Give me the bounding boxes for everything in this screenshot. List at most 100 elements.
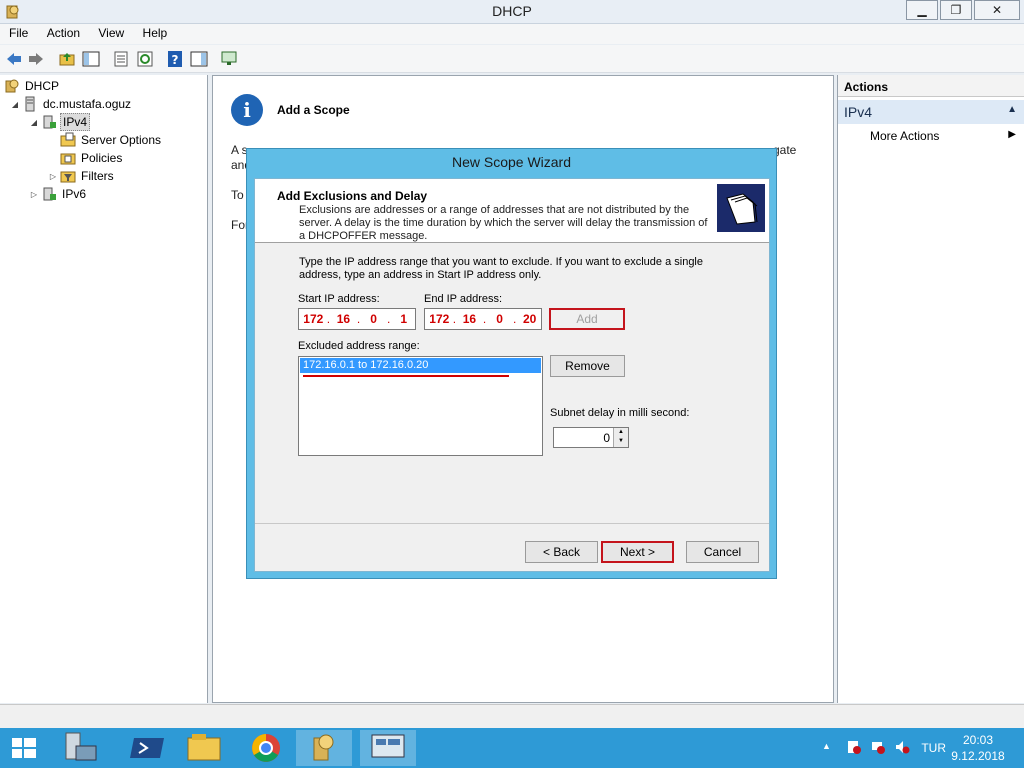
svg-text:?: ? [172,53,179,67]
monitor-icon[interactable] [220,50,238,68]
collapse-caret-icon[interactable]: ▲ [1007,104,1017,115]
title-bar: DHCP ▁ ❐ ✕ [0,0,1024,24]
tree-label-server: dc.mustafa.oguz [43,97,132,111]
ip-octet: 172 [429,312,450,326]
server-options-icon [60,132,76,147]
start-windows-icon[interactable] [0,730,48,766]
show-hidden-icons-arrow[interactable]: ▲ [822,741,831,751]
end-ip-label: End IP address: [424,293,503,305]
ip-octet: 1 [400,312,408,326]
spin-arrows-icon[interactable]: ▲ ▼ [613,428,628,447]
list-item[interactable]: 172.16.0.1 to 172.16.0.20 [300,358,541,373]
next-button[interactable]: Next > [601,541,674,563]
server-manager-icon[interactable] [54,730,110,766]
remote-desktop-icon[interactable] [360,730,416,766]
policies-icon [60,153,76,165]
more-actions-link[interactable]: More Actions [870,129,939,143]
start-ip-input[interactable]: 172. 16. 0. 1 [298,308,416,330]
action-center-flag-icon[interactable] [846,739,862,755]
refresh-icon[interactable] [136,50,154,68]
ipv4-icon [43,115,56,129]
collapsed-arrow-icon[interactable]: ▷ [29,190,39,199]
status-bar [0,704,1024,728]
minimize-button[interactable]: ▁ [906,0,938,20]
wizard-header: Add Exclusions and Delay Exclusions are … [255,179,769,243]
dhcp-icon [5,79,19,93]
restore-button[interactable]: ❐ [940,0,972,20]
ip-octet: 16 [336,312,351,326]
expanded-arrow-icon[interactable]: ◢ [29,118,39,127]
tree-label-ipv4: IPv4 [60,113,91,131]
actions-section-ipv4[interactable]: IPv4 ▲ [838,100,1024,124]
system-clock[interactable]: 20:03 9.12.2018 [948,732,1008,764]
action-pane-icon[interactable] [190,50,208,68]
network-icon[interactable] [870,739,886,755]
page-title: Add a Scope [277,103,350,117]
tree-item-dhcp[interactable]: DHCP [2,77,61,95]
clock-date: 9.12.2018 [951,749,1005,763]
up-folder-icon[interactable] [58,50,76,68]
instructions-text: Type the IP address range that you want … [299,256,703,281]
background-text: To [231,188,244,202]
wizard-step-description: Exclusions are addresses or a range of a… [299,204,708,242]
info-icon: i [231,94,263,126]
subnet-delay-value: 0 [603,431,610,445]
file-explorer-icon[interactable] [176,730,232,766]
start-ip-label: Start IP address: [298,293,380,305]
tree-item-filters[interactable]: ▷ Filters [48,167,116,185]
properties-icon[interactable] [112,50,130,68]
tree-label-dhcp: DHCP [25,79,60,93]
clock-time: 20:03 [962,733,994,747]
wizard-step-title: Add Exclusions and Delay [277,189,428,203]
ip-octet: 172 [303,312,324,326]
taskbar: ▲ TUR 20:03 9.12.2018 [0,728,1024,768]
remove-button[interactable]: Remove [550,355,625,377]
tree-label-server-options: Server Options [81,133,162,147]
menu-file[interactable]: File [3,24,34,42]
tree-item-ipv6[interactable]: ▷ IPv6 [29,185,88,203]
excluded-range-label: Excluded address range: [298,340,420,352]
ip-octet: 16 [462,312,477,326]
filters-icon [60,171,76,183]
tree-item-server[interactable]: ◢ dc.mustafa.oguz [10,95,133,113]
tree-item-ipv4[interactable]: ◢ IPv4 [29,113,91,131]
dhcp-taskbar-icon[interactable] [296,730,352,766]
input-language[interactable]: TUR [921,741,946,755]
back-button[interactable]: < Back [525,541,598,563]
tree-item-policies[interactable]: Policies [48,149,124,167]
end-ip-input[interactable]: 172. 16. 0. 20 [424,308,542,330]
new-scope-wizard-dialog: New Scope Wizard Add Exclusions and Dela… [246,148,777,579]
add-button[interactable]: Add [549,308,625,330]
ipv6-icon [43,187,56,201]
subnet-delay-stepper[interactable]: 0 ▲ ▼ [553,427,629,448]
forward-icon[interactable] [27,50,45,68]
submenu-arrow-icon: ▶ [1008,129,1016,140]
collapsed-arrow-icon[interactable]: ▷ [48,172,58,181]
server-icon [25,96,35,112]
wizard-body: Add Exclusions and Delay Exclusions are … [254,178,770,572]
actions-section-label: IPv4 [844,104,873,120]
subnet-delay-label: Subnet delay in milli second: [550,407,690,419]
menu-action[interactable]: Action [41,24,86,42]
close-button[interactable]: ✕ [974,0,1020,20]
help-icon[interactable]: ? [166,50,184,68]
actions-pane: Actions IPv4 ▲ More Actions ▶ [837,75,1024,703]
menu-view[interactable]: View [92,24,130,42]
menu-bar: File Action View Help [0,24,1024,44]
expanded-arrow-icon[interactable]: ◢ [10,100,20,109]
toolbar: ? [0,45,1024,73]
chrome-icon[interactable] [238,730,294,766]
ip-octet: 0 [370,312,377,326]
wizard-title: New Scope Wizard [451,154,572,170]
powershell-icon[interactable] [120,730,176,766]
cancel-button[interactable]: Cancel [686,541,759,563]
excluded-range-list[interactable]: 172.16.0.1 to 172.16.0.20 [298,356,543,456]
tree-item-server-options[interactable]: Server Options [48,131,163,149]
tree-label-filters: Filters [81,169,114,183]
menu-help[interactable]: Help [137,24,174,42]
back-icon[interactable] [5,50,23,68]
show-hide-tree-icon[interactable] [82,50,100,68]
window-title: DHCP [492,3,532,19]
console-tree: DHCP ◢ dc.mustafa.oguz ◢ IPv4 Server Opt… [0,75,208,703]
volume-muted-icon[interactable] [894,739,910,755]
